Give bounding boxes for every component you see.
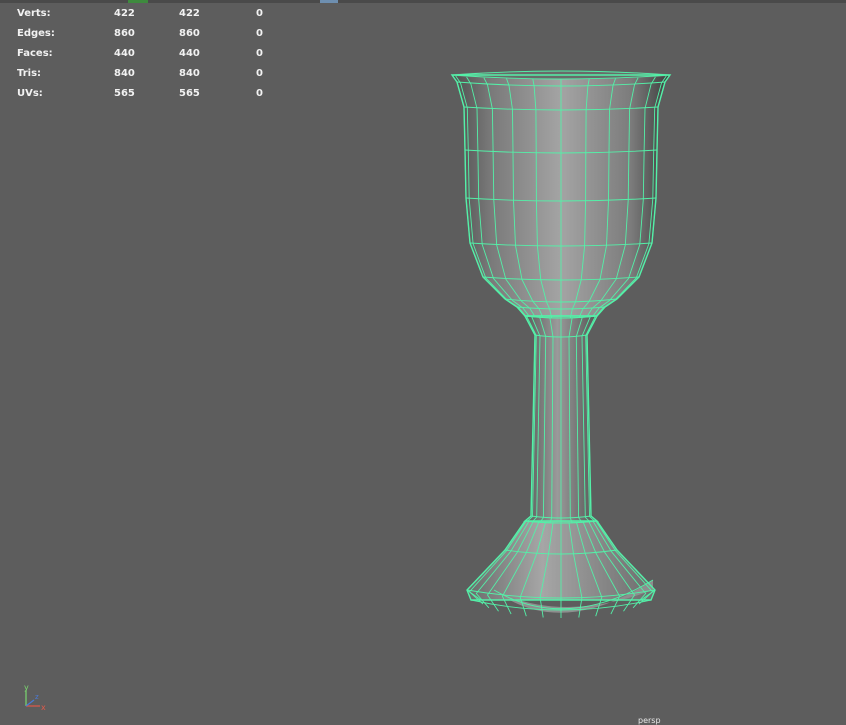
camera-name-label: persp (638, 716, 661, 725)
hud-selected: 860 (179, 28, 200, 39)
hud-label: Faces: (17, 48, 53, 59)
hud-label: Tris: (17, 68, 42, 79)
axis-x-label: x (41, 703, 46, 712)
axis-y-label: y (24, 684, 29, 692)
hud-selected: 422 (179, 8, 200, 19)
hud-highlighted: 0 (256, 28, 263, 39)
hud-selected: 565 (179, 88, 200, 99)
hud-highlighted: 0 (256, 8, 263, 19)
hud-row-faces: Faces: 440 440 0 (17, 44, 277, 64)
view-axis-icon: y x z (24, 684, 46, 712)
hud-row-verts: Verts: 422 422 0 (17, 4, 277, 24)
hud-highlighted: 0 (256, 68, 263, 79)
hud-row-tris: Tris: 840 840 0 (17, 64, 277, 84)
hud-row-edges: Edges: 860 860 0 (17, 24, 277, 44)
hud-total: 422 (114, 8, 135, 19)
hud-total: 440 (114, 48, 135, 59)
hud-label: Edges: (17, 28, 55, 39)
hud-selected: 440 (179, 48, 200, 59)
poly-count-hud: Verts: 422 422 0 Edges: 860 860 0 Faces:… (17, 4, 277, 104)
hud-highlighted: 0 (256, 88, 263, 99)
hud-label: UVs: (17, 88, 43, 99)
hud-row-uvs: UVs: 565 565 0 (17, 84, 277, 104)
goblet-mesh[interactable] (0, 0, 846, 723)
hud-label: Verts: (17, 8, 51, 19)
viewport-3d[interactable]: Verts: 422 422 0 Edges: 860 860 0 Faces:… (0, 0, 846, 725)
axis-z-line (25, 699, 35, 707)
hud-selected: 840 (179, 68, 200, 79)
hud-total: 840 (114, 68, 135, 79)
hud-highlighted: 0 (256, 48, 263, 59)
axis-z-label: z (35, 693, 39, 701)
hud-total: 565 (114, 88, 135, 99)
hud-total: 860 (114, 28, 135, 39)
